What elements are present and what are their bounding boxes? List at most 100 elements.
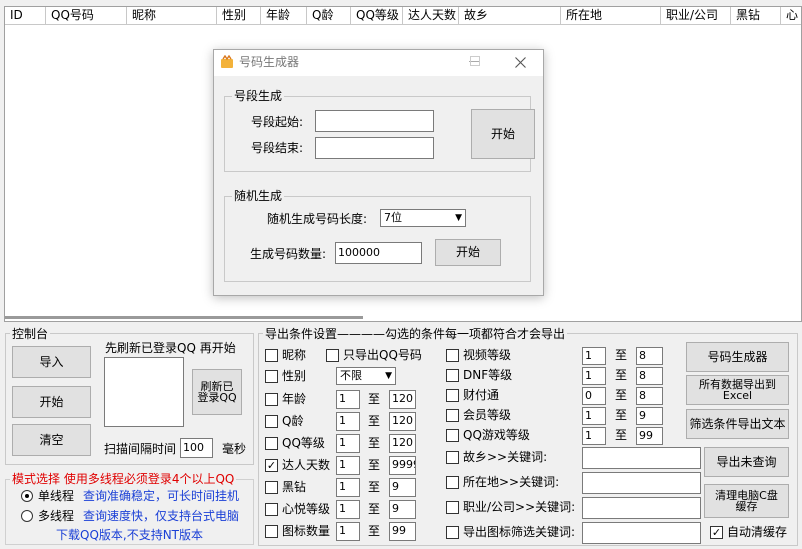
left-row-label[interactable]: Q龄 [282,414,303,429]
mid-row-checkbox[interactable] [446,369,459,382]
horizontal-scrollbar[interactable] [5,316,363,319]
left-row-checkbox[interactable] [265,525,278,538]
col-qq[interactable]: QQ号码 [46,7,127,25]
col-job[interactable]: 职业/公司 [661,7,731,25]
generator-button[interactable]: 号码生成器 [686,342,789,372]
keyword-row-input[interactable] [582,522,701,544]
left-row-checkbox[interactable] [265,437,278,450]
left-row-label[interactable]: QQ等级 [282,436,325,451]
col-heart[interactable]: 心 [781,7,801,25]
keyword-row-label[interactable]: 导出图标筛选关键词: [463,525,575,540]
mid-row-checkbox[interactable] [446,349,459,362]
clean-cache-button[interactable]: 清理电脑C盘缓存 [704,484,789,518]
left-row-label[interactable]: 图标数量 [282,524,330,539]
close-icon[interactable] [515,57,526,68]
mid-row-from-input[interactable]: 1 [582,347,606,365]
left-row-checkbox[interactable]: ✓ [265,459,278,472]
left-row-from-input[interactable]: 1 [336,456,360,475]
col-id[interactable]: ID [5,7,46,25]
left-row-from-input[interactable]: 1 [336,500,360,519]
gender-checkbox[interactable] [265,370,278,383]
gender-label[interactable]: 性别 [282,369,306,384]
col-qqlevel[interactable]: QQ等级 [351,7,403,25]
random-start-button[interactable]: 开始 [435,239,501,266]
mid-row-from-input[interactable]: 1 [582,407,606,425]
left-row-to-input[interactable]: 120 [389,390,416,409]
mid-row-from-input[interactable]: 1 [582,427,606,445]
left-row-checkbox[interactable] [265,415,278,428]
mid-row-checkbox[interactable] [446,429,459,442]
col-gender[interactable]: 性别 [217,7,261,25]
keyword-row-input[interactable] [582,497,701,519]
left-row-from-input[interactable]: 1 [336,412,360,431]
col-age[interactable]: 年龄 [261,7,307,25]
export-excel-button[interactable]: 所有数据导出到Excel [686,375,789,405]
left-row-checkbox[interactable] [265,393,278,406]
mid-row-to-input[interactable]: 99 [636,427,663,445]
left-row-label[interactable]: 达人天数 [282,458,330,473]
segment-end-input[interactable] [315,137,434,159]
filter-export-text-button[interactable]: 筛选条件导出文本 [686,409,789,439]
mid-row-to-input[interactable]: 9 [636,407,663,425]
mid-row-to-input[interactable]: 8 [636,347,663,365]
gender-select[interactable]: 不限 ▼ [336,367,396,385]
col-hometown[interactable]: 故乡 [459,7,561,25]
keyword-row-input[interactable] [582,472,701,494]
keyword-row-label[interactable]: 职业/公司>>关键词: [463,500,575,515]
auto-clean-label[interactable]: 自动清缓存 [727,525,787,540]
scan-interval-input[interactable]: 100 [180,438,213,458]
nickname-label[interactable]: 昵称 [282,348,306,363]
nickname-checkbox[interactable] [265,349,278,362]
number-generator-dialog[interactable]: 号码生成器 号段生成 号段起始: 号段结束: 开始 随机生成 随机生成号码长度:… [213,49,544,296]
col-location[interactable]: 所在地 [561,7,661,25]
mid-row-label[interactable]: 视频等级 [463,348,511,363]
left-row-to-input[interactable]: 120 [389,412,416,431]
import-button[interactable]: 导入 [12,346,91,378]
keyword-row-checkbox[interactable] [446,501,459,514]
only-qq-checkbox[interactable] [326,349,339,362]
keyword-row-label[interactable]: 故乡>>关键词: [463,450,547,465]
left-row-to-input[interactable]: 9999 [389,456,416,475]
keyword-row-label[interactable]: 所在地>>关键词: [463,475,559,490]
random-count-input[interactable]: 100000 [335,242,422,264]
left-row-label[interactable]: 心悦等级 [282,502,330,517]
mid-row-label[interactable]: DNF等级 [463,368,512,383]
refresh-logged-qq-button[interactable]: 刷新已登录QQ [192,369,242,415]
col-nickname[interactable]: 昵称 [127,7,217,25]
segment-start-button[interactable]: 开始 [471,109,535,159]
mid-row-to-input[interactable]: 8 [636,387,663,405]
keyword-row-input[interactable] [582,447,701,469]
left-row-to-input[interactable]: 99 [389,522,416,541]
left-row-from-input[interactable]: 1 [336,522,360,541]
single-thread-radio[interactable] [21,490,33,502]
keyword-row-checkbox[interactable] [446,451,459,464]
keyword-row-checkbox[interactable] [446,476,459,489]
left-row-from-input[interactable]: 1 [336,434,360,453]
export-unqueried-button[interactable]: 导出未查询 [704,447,789,477]
mid-row-from-input[interactable]: 0 [582,387,606,405]
only-qq-label[interactable]: 只导出QQ号码 [343,348,422,363]
left-row-label[interactable]: 黑钻 [282,480,306,495]
random-length-select[interactable]: 7位 ▼ [380,209,466,227]
start-button[interactable]: 开始 [12,386,91,418]
left-row-checkbox[interactable] [265,503,278,516]
auto-clean-checkbox[interactable]: ✓ [710,526,723,539]
col-days[interactable]: 达人天数 [403,7,459,25]
left-row-to-input[interactable]: 9 [389,500,416,519]
left-row-to-input[interactable]: 9 [389,478,416,497]
maximize-icon[interactable] [470,56,480,66]
multi-thread-radio[interactable] [21,510,33,522]
mid-row-label[interactable]: QQ游戏等级 [463,428,530,443]
qq-list[interactable] [104,357,184,427]
mid-row-checkbox[interactable] [446,389,459,402]
mid-row-from-input[interactable]: 1 [582,367,606,385]
left-row-checkbox[interactable] [265,481,278,494]
dialog-titlebar[interactable]: 号码生成器 [214,50,543,76]
clear-button[interactable]: 清空 [12,424,91,456]
mid-row-to-input[interactable]: 8 [636,367,663,385]
mid-row-checkbox[interactable] [446,409,459,422]
segment-start-input[interactable] [315,110,434,132]
left-row-from-input[interactable]: 1 [336,478,360,497]
col-qage[interactable]: Q龄 [307,7,351,25]
multi-thread-label[interactable]: 多线程 [38,509,74,524]
